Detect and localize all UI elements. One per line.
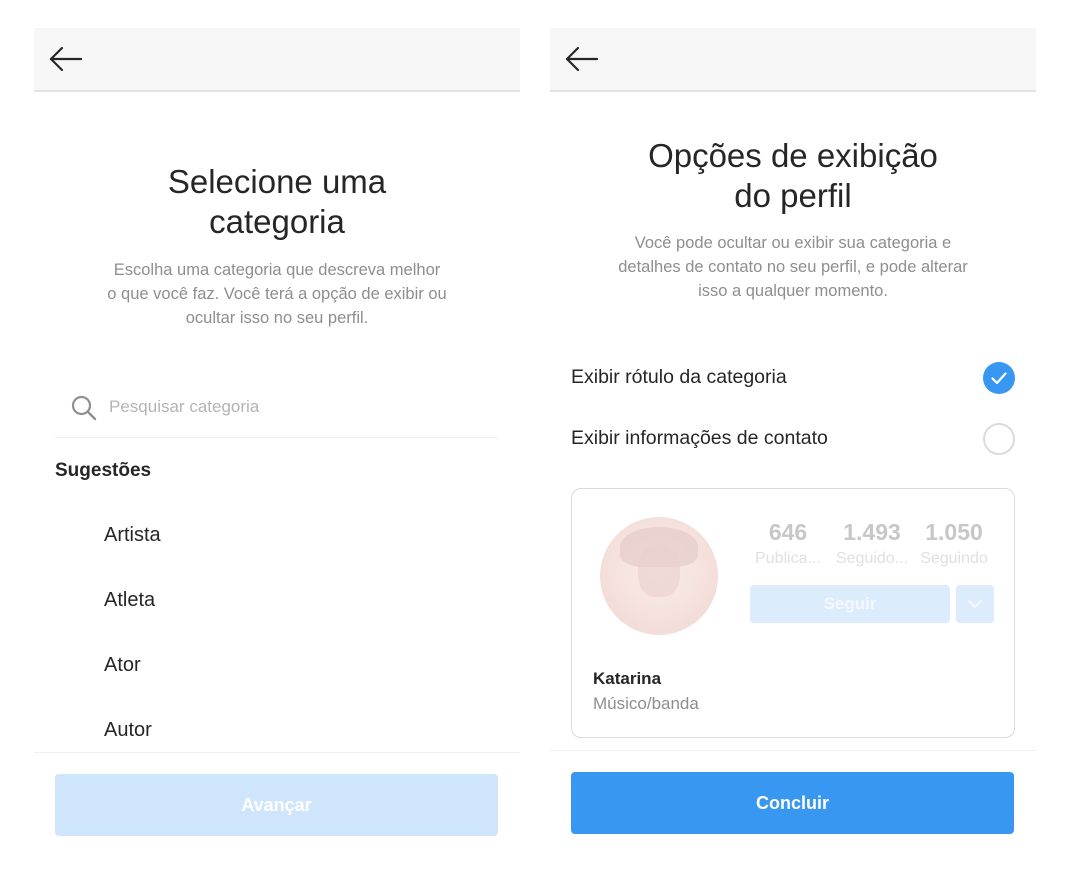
follow-button: Seguir — [750, 585, 950, 623]
advance-button[interactable]: Avançar — [55, 774, 498, 836]
following-stat: 1.050 Seguindo — [914, 517, 994, 571]
avatar-face-shape — [638, 545, 680, 597]
category-item[interactable]: Ator — [104, 654, 141, 677]
suggestions-heading: Sugestões — [55, 460, 152, 481]
conclude-button[interactable]: Concluir — [571, 772, 1014, 834]
select-category-screen: Selecione uma categoria Escolha uma cate… — [34, 28, 520, 871]
profile-category: Músico/banda — [593, 694, 699, 713]
checkbox-checked[interactable] — [983, 362, 1015, 394]
stat-label: Seguindo — [920, 550, 988, 567]
profile-name: Katarina — [593, 669, 662, 688]
category-item[interactable]: Autor — [104, 719, 152, 742]
divider — [34, 752, 520, 753]
show-contact-info-option[interactable]: Exibir informações de contato — [571, 419, 1015, 459]
profile-display-options-screen: Opções de exibição do perfil Você pode o… — [550, 28, 1036, 871]
search-bar — [55, 388, 498, 438]
profile-preview-card: 646 Publica... 1.493 Seguido... 1.050 Se… — [571, 488, 1015, 738]
back-button[interactable] — [564, 44, 600, 74]
follow-dropdown-button — [956, 585, 994, 623]
stat-label: Publica... — [755, 550, 821, 567]
page-description: Escolha uma categoria que descreva melho… — [107, 261, 447, 327]
option-label: Exibir informações de contato — [571, 427, 828, 449]
top-bar — [34, 28, 520, 92]
category-item[interactable]: Atleta — [104, 589, 155, 612]
arrow-left-icon — [565, 46, 599, 72]
category-item[interactable]: Artista — [104, 524, 161, 547]
option-label: Exibir rótulo da categoria — [571, 366, 787, 388]
search-icon — [71, 395, 97, 421]
avatar — [600, 517, 718, 635]
posts-stat: 646 Publica... — [748, 517, 828, 571]
page-title: Selecione uma categoria — [167, 163, 387, 240]
divider — [550, 750, 1036, 751]
stat-value: 1.493 — [843, 519, 901, 545]
stat-value: 646 — [768, 519, 808, 545]
checkbox-unchecked[interactable] — [983, 423, 1015, 455]
followers-stat: 1.493 Seguido... — [832, 517, 912, 571]
search-input[interactable] — [109, 392, 489, 422]
top-bar — [550, 28, 1036, 92]
chevron-down-icon — [968, 600, 982, 608]
checkmark-icon — [991, 372, 1007, 385]
back-button[interactable] — [48, 44, 84, 74]
page-description: Você pode ocultar ou exibir sua categori… — [618, 234, 968, 300]
arrow-left-icon — [49, 46, 83, 72]
page-title: Opções de exibição do perfil — [648, 137, 938, 214]
stat-label: Seguido... — [835, 550, 909, 567]
stat-value: 1.050 — [925, 519, 983, 545]
show-category-label-option[interactable]: Exibir rótulo da categoria — [571, 358, 1015, 398]
